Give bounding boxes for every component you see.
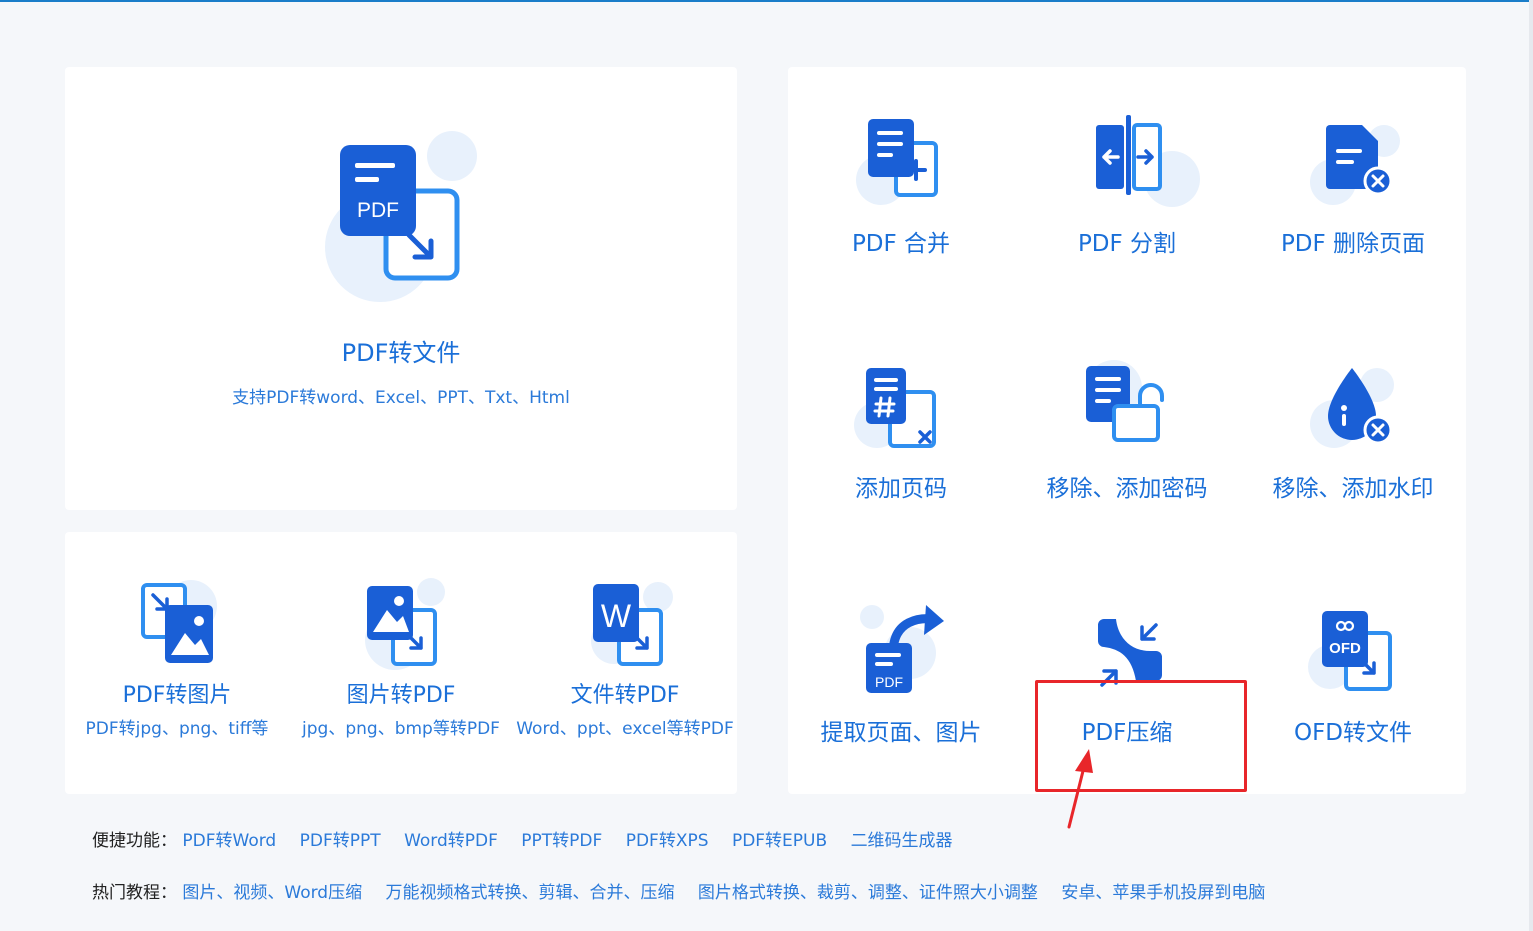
tool-add-page-number-label: 添加页码 [855, 476, 947, 502]
pdf-convert-icon: PDF [340, 145, 460, 281]
quick-link-pdf-to-xps[interactable]: PDF转XPS [626, 831, 709, 851]
tutorial-link-mirror[interactable]: 安卓、苹果手机投屏到电脑 [1061, 883, 1265, 903]
quick-links-label: 便捷功能： [92, 831, 177, 851]
pdf-to-image-icon [141, 583, 213, 663]
extract-page-icon: PDF [866, 605, 944, 693]
tutorials-label: 热门教程： [92, 883, 177, 903]
tool-ofd-convert[interactable]: OFD OFD转文件 [1240, 557, 1466, 794]
tool-pdf-split-label: PDF 分割 [1077, 231, 1177, 257]
tutorial-link-video[interactable]: 万能视频格式转换、剪辑、合并、压缩 [386, 883, 675, 903]
tutorial-link-image[interactable]: 图片格式转换、裁剪、调整、证件照大小调整 [698, 883, 1038, 903]
word-to-pdf-icon: W [593, 584, 663, 666]
pdf-to-image-subtitle: PDF转jpg、png、tiff等 [85, 719, 269, 739]
top-accent-line [0, 0, 1533, 2]
tool-watermark-label: 移除、添加水印 [1272, 476, 1434, 502]
quick-links-bar: 便捷功能： PDF转Word PDF转PPT Word转PDF PPT转PDF … [92, 826, 971, 851]
tool-password-label: 移除、添加密码 [1046, 476, 1208, 502]
extract-icon-text: PDF [875, 674, 903, 690]
page-number-icon [866, 368, 936, 448]
tool-image-to-pdf[interactable]: 图片转PDF jpg、png、bmp等转PDF [289, 532, 513, 794]
word-icon-text: W [601, 598, 632, 634]
pdf-delete-page-icon [1326, 125, 1393, 196]
pdf-convert-title: PDF转文件 [341, 339, 461, 367]
tool-password[interactable]: 移除、添加密码 [1014, 312, 1240, 557]
tool-pdf-split[interactable]: PDF 分割 [1014, 67, 1240, 312]
tool-file-to-pdf[interactable]: W 文件转PDF Word、ppt、excel等转PDF [513, 532, 737, 794]
tool-pdf-to-image[interactable]: PDF转图片 PDF转jpg、png、tiff等 [65, 532, 289, 794]
tool-extract-page-label: 提取页面、图片 [820, 720, 982, 746]
quick-link-word-to-pdf[interactable]: Word转PDF [404, 831, 498, 851]
pdf-to-image-title: PDF转图片 [122, 683, 232, 708]
pdf-merge-icon [868, 119, 938, 197]
tool-add-page-number[interactable]: 添加页码 [788, 312, 1014, 557]
file-to-pdf-title: 文件转PDF [570, 683, 680, 708]
quick-link-ppt-to-pdf[interactable]: PPT转PDF [521, 831, 602, 851]
tool-pdf-merge-label: PDF 合并 [851, 231, 951, 257]
window-right-edge [1529, 0, 1533, 931]
tool-pdf-delete-page-label: PDF 删除页面 [1280, 231, 1426, 257]
tool-ofd-convert-label: OFD转文件 [1293, 720, 1413, 746]
quick-link-pdf-to-ppt[interactable]: PDF转PPT [300, 831, 381, 851]
file-to-pdf-subtitle: Word、ppt、excel等转PDF [516, 719, 734, 739]
image-to-pdf-icon [367, 586, 437, 666]
tutorials-bar: 热门教程： 图片、视频、Word压缩 万能视频格式转换、剪辑、合并、压缩 图片格… [92, 878, 1283, 903]
pdf-convert-subtitle: 支持PDF转word、Excel、PPT、Txt、Html [232, 388, 570, 408]
tool-pdf-delete-page[interactable]: PDF 删除页面 [1240, 67, 1466, 312]
image-to-pdf-title: 图片转PDF [346, 683, 456, 708]
pdf-split-icon [1096, 115, 1162, 195]
password-lock-icon [1086, 366, 1164, 442]
pdf-convert-card[interactable]: PDF PDF转文件 支持PDF转word、Excel、PPT、Txt、Html [65, 67, 737, 510]
pdf-compress-icon [1098, 619, 1162, 687]
tool-watermark[interactable]: 移除、添加水印 [1240, 312, 1466, 557]
ofd-icon-text: OFD [1329, 640, 1361, 657]
red-arrow-icon [1067, 749, 1093, 829]
pdf-icon-text: PDF [357, 199, 399, 222]
ofd-convert-icon: OFD [1322, 611, 1392, 691]
image-to-pdf-subtitle: jpg、png、bmp等转PDF [302, 719, 500, 739]
convert-tools-card: PDF转图片 PDF转jpg、png、tiff等 图片转PDF jpg、png、… [65, 532, 737, 794]
tool-extract-page[interactable]: PDF 提取页面、图片 [788, 557, 1014, 794]
quick-link-pdf-to-word[interactable]: PDF转Word [182, 831, 276, 851]
tutorial-link-compress[interactable]: 图片、视频、Word压缩 [182, 883, 362, 903]
tool-pdf-merge[interactable]: PDF 合并 [788, 67, 1014, 312]
quick-link-qrcode[interactable]: 二维码生成器 [851, 831, 953, 851]
watermark-drop-icon [1328, 368, 1393, 445]
quick-link-pdf-to-epub[interactable]: PDF转EPUB [732, 831, 827, 851]
